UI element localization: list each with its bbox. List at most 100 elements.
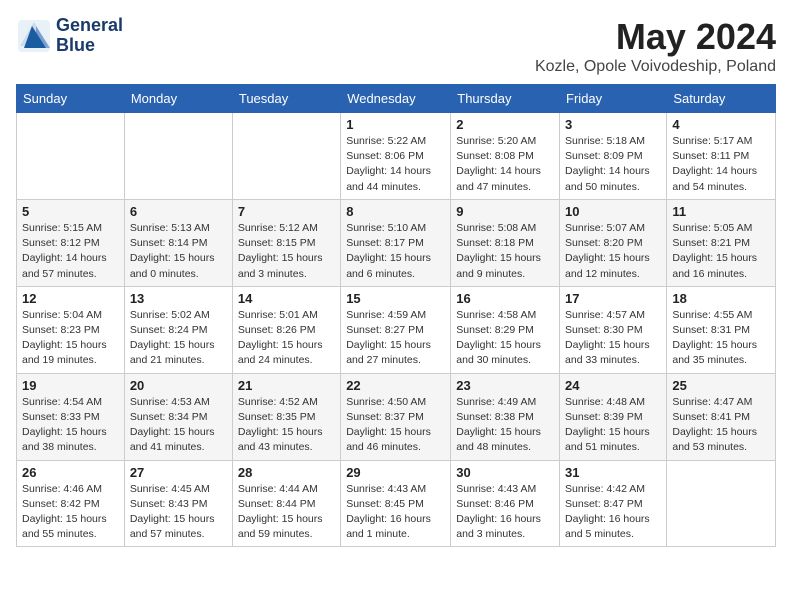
calendar-cell: 7 Sunrise: 5:12 AM Sunset: 8:15 PM Daylig… — [232, 199, 340, 286]
week-row-5: 26Sunrise: 4:46 AM Sunset: 8:42 PM Dayli… — [17, 460, 776, 547]
calendar-cell: 15Sunrise: 4:59 AM Sunset: 8:27 PM Dayli… — [341, 286, 451, 373]
day-number: 29 — [346, 465, 445, 480]
day-number: 5 — [22, 204, 119, 219]
day-info: Sunrise: 5:13 AM Sunset: 8:14 PM Dayligh… — [130, 221, 227, 282]
day-number: 23 — [456, 378, 554, 393]
day-number: 25 — [672, 378, 770, 393]
day-number: 28 — [238, 465, 335, 480]
day-number: 18 — [672, 291, 770, 306]
calendar-cell: 14 Sunrise: 5:01 AM Sunset: 8:26 PM Dayli… — [232, 286, 340, 373]
day-number: 14 — [238, 291, 335, 306]
day-info: Sunrise: 5:17 AM Sunset: 8:11 PM Dayligh… — [672, 134, 770, 195]
day-info: Sunrise: 4:45 AM Sunset: 8:43 PM Dayligh… — [130, 482, 227, 543]
day-number: 30 — [456, 465, 554, 480]
day-info: Sunrise: 4:50 AM Sunset: 8:37 PM Dayligh… — [346, 395, 445, 456]
day-number: 27 — [130, 465, 227, 480]
day-number: 16 — [456, 291, 554, 306]
day-info: Sunrise: 4:55 AM Sunset: 8:31 PM Dayligh… — [672, 308, 770, 369]
day-info: Sunrise: 4:47 AM Sunset: 8:41 PM Dayligh… — [672, 395, 770, 456]
day-number: 31 — [565, 465, 661, 480]
weekday-header-friday: Friday — [560, 85, 667, 113]
day-info: Sunrise: 4:42 AM Sunset: 8:47 PM Dayligh… — [565, 482, 661, 543]
day-number: 11 — [672, 204, 770, 219]
calendar-cell: 27 Sunrise: 4:45 AM Sunset: 8:43 PM Dayli… — [124, 460, 232, 547]
day-info: Sunrise: 5:04 AM Sunset: 8:23 PM Dayligh… — [22, 308, 119, 369]
day-info: Sunrise: 5:15 AM Sunset: 8:12 PM Dayligh… — [22, 221, 119, 282]
calendar-cell: 30 Sunrise: 4:43 AM Sunset: 8:46 PM Dayli… — [451, 460, 560, 547]
calendar-cell: 12 Sunrise: 5:04 AM Sunset: 8:23 PM Dayli… — [17, 286, 125, 373]
calendar-cell — [17, 113, 125, 200]
calendar-cell: 21Sunrise: 4:52 AM Sunset: 8:35 PM Dayli… — [232, 373, 340, 460]
calendar-cell: 23Sunrise: 4:49 AM Sunset: 8:38 PM Dayli… — [451, 373, 560, 460]
day-number: 9 — [456, 204, 554, 219]
day-number: 26 — [22, 465, 119, 480]
calendar-cell: 1Sunrise: 5:22 AM Sunset: 8:06 PM Daylig… — [341, 113, 451, 200]
day-info: Sunrise: 5:01 AM Sunset: 8:26 PM Dayligh… — [238, 308, 335, 369]
calendar-cell: 6Sunrise: 5:13 AM Sunset: 8:14 PM Daylig… — [124, 199, 232, 286]
calendar-cell: 18 Sunrise: 4:55 AM Sunset: 8:31 PM Dayli… — [667, 286, 776, 373]
calendar-cell: 25 Sunrise: 4:47 AM Sunset: 8:41 PM Dayli… — [667, 373, 776, 460]
day-number: 22 — [346, 378, 445, 393]
weekday-header-wednesday: Wednesday — [341, 85, 451, 113]
day-number: 3 — [565, 117, 661, 132]
day-info: Sunrise: 4:48 AM Sunset: 8:39 PM Dayligh… — [565, 395, 661, 456]
calendar-cell: 13 Sunrise: 5:02 AM Sunset: 8:24 PM Dayli… — [124, 286, 232, 373]
calendar-cell: 29Sunrise: 4:43 AM Sunset: 8:45 PM Dayli… — [341, 460, 451, 547]
day-number: 8 — [346, 204, 445, 219]
weekday-header-tuesday: Tuesday — [232, 85, 340, 113]
calendar-cell: 28 Sunrise: 4:44 AM Sunset: 8:44 PM Dayli… — [232, 460, 340, 547]
day-number: 13 — [130, 291, 227, 306]
day-number: 21 — [238, 378, 335, 393]
day-number: 1 — [346, 117, 445, 132]
calendar-cell — [124, 113, 232, 200]
calendar-cell: 26Sunrise: 4:46 AM Sunset: 8:42 PM Dayli… — [17, 460, 125, 547]
day-number: 12 — [22, 291, 119, 306]
day-info: Sunrise: 4:58 AM Sunset: 8:29 PM Dayligh… — [456, 308, 554, 369]
weekday-header-row: SundayMondayTuesdayWednesdayThursdayFrid… — [17, 85, 776, 113]
logo: General Blue — [16, 16, 123, 56]
week-row-4: 19 Sunrise: 4:54 AM Sunset: 8:33 PM Dayli… — [17, 373, 776, 460]
calendar-cell: 19 Sunrise: 4:54 AM Sunset: 8:33 PM Dayli… — [17, 373, 125, 460]
weekday-header-thursday: Thursday — [451, 85, 560, 113]
calendar-cell: 9 Sunrise: 5:08 AM Sunset: 8:18 PM Daylig… — [451, 199, 560, 286]
calendar-cell: 24Sunrise: 4:48 AM Sunset: 8:39 PM Dayli… — [560, 373, 667, 460]
calendar-cell: 20Sunrise: 4:53 AM Sunset: 8:34 PM Dayli… — [124, 373, 232, 460]
day-info: Sunrise: 4:44 AM Sunset: 8:44 PM Dayligh… — [238, 482, 335, 543]
day-info: Sunrise: 4:43 AM Sunset: 8:46 PM Dayligh… — [456, 482, 554, 543]
calendar-cell: 8 Sunrise: 5:10 AM Sunset: 8:17 PM Daylig… — [341, 199, 451, 286]
calendar-cell: 5 Sunrise: 5:15 AM Sunset: 8:12 PM Daylig… — [17, 199, 125, 286]
calendar-table: SundayMondayTuesdayWednesdayThursdayFrid… — [16, 84, 776, 547]
day-info: Sunrise: 5:10 AM Sunset: 8:17 PM Dayligh… — [346, 221, 445, 282]
day-info: Sunrise: 4:54 AM Sunset: 8:33 PM Dayligh… — [22, 395, 119, 456]
logo-text: General Blue — [56, 16, 123, 56]
week-row-2: 5 Sunrise: 5:15 AM Sunset: 8:12 PM Daylig… — [17, 199, 776, 286]
weekday-header-saturday: Saturday — [667, 85, 776, 113]
day-number: 19 — [22, 378, 119, 393]
logo-line1: General — [56, 16, 123, 36]
day-info: Sunrise: 5:05 AM Sunset: 8:21 PM Dayligh… — [672, 221, 770, 282]
day-info: Sunrise: 5:20 AM Sunset: 8:08 PM Dayligh… — [456, 134, 554, 195]
day-info: Sunrise: 5:07 AM Sunset: 8:20 PM Dayligh… — [565, 221, 661, 282]
calendar-cell: 4 Sunrise: 5:17 AM Sunset: 8:11 PM Daylig… — [667, 113, 776, 200]
day-info: Sunrise: 5:02 AM Sunset: 8:24 PM Dayligh… — [130, 308, 227, 369]
day-number: 7 — [238, 204, 335, 219]
logo-icon — [16, 18, 52, 54]
calendar-cell — [232, 113, 340, 200]
day-info: Sunrise: 5:12 AM Sunset: 8:15 PM Dayligh… — [238, 221, 335, 282]
calendar-cell: 11 Sunrise: 5:05 AM Sunset: 8:21 PM Dayli… — [667, 199, 776, 286]
calendar-cell: 22 Sunrise: 4:50 AM Sunset: 8:37 PM Dayli… — [341, 373, 451, 460]
day-info: Sunrise: 4:53 AM Sunset: 8:34 PM Dayligh… — [130, 395, 227, 456]
day-number: 10 — [565, 204, 661, 219]
day-info: Sunrise: 5:08 AM Sunset: 8:18 PM Dayligh… — [456, 221, 554, 282]
day-info: Sunrise: 4:57 AM Sunset: 8:30 PM Dayligh… — [565, 308, 661, 369]
day-number: 2 — [456, 117, 554, 132]
calendar-cell: 16 Sunrise: 4:58 AM Sunset: 8:29 PM Dayli… — [451, 286, 560, 373]
day-number: 4 — [672, 117, 770, 132]
calendar-cell: 31 Sunrise: 4:42 AM Sunset: 8:47 PM Dayli… — [560, 460, 667, 547]
day-info: Sunrise: 4:59 AM Sunset: 8:27 PM Dayligh… — [346, 308, 445, 369]
day-info: Sunrise: 5:18 AM Sunset: 8:09 PM Dayligh… — [565, 134, 661, 195]
logo-line2: Blue — [56, 36, 123, 56]
calendar-cell: 3 Sunrise: 5:18 AM Sunset: 8:09 PM Daylig… — [560, 113, 667, 200]
calendar-cell: 2 Sunrise: 5:20 AM Sunset: 8:08 PM Daylig… — [451, 113, 560, 200]
calendar-cell — [667, 460, 776, 547]
